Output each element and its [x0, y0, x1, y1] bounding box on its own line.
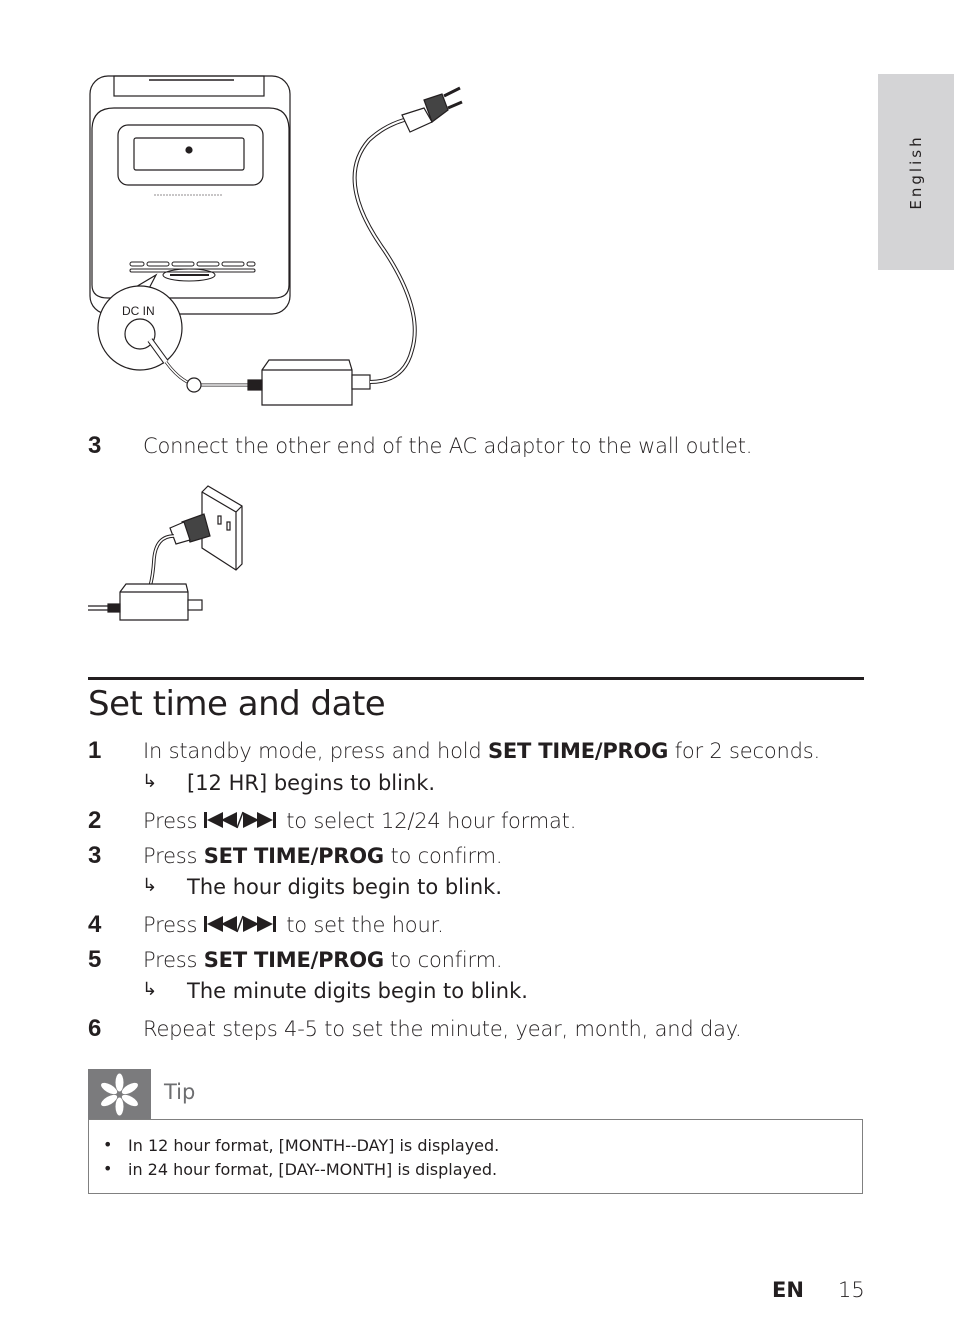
step-text: Press to set the hour. — [143, 913, 444, 937]
tip-label: Tip — [164, 1080, 196, 1104]
page-number: 15 — [838, 1278, 865, 1302]
result-arrow-icon: ↳ — [142, 875, 158, 896]
bullet: • — [103, 1159, 113, 1178]
tip-box: • In 12 hour format, [MONTH--DAY] is dis… — [88, 1119, 863, 1194]
step-text: In standby mode, press and hold SET TIME… — [143, 739, 820, 763]
step-text: Connect the other end of the AC adaptor … — [143, 434, 753, 458]
dc-in-label: DC IN — [122, 304, 155, 318]
language-tab: English — [878, 74, 954, 270]
result-arrow-icon: ↳ — [142, 771, 158, 792]
section-divider — [88, 677, 864, 680]
skip-prev-next-icon — [203, 915, 276, 933]
footer-language-code: EN — [772, 1278, 804, 1302]
tip-icon-box — [88, 1069, 151, 1120]
step-number: 6 — [88, 1015, 102, 1042]
button-name: SET TIME/PROG — [203, 948, 384, 972]
step-number: 2 — [88, 807, 102, 834]
step-number: 3 — [88, 842, 102, 869]
figure-dc-in-connection: DC IN — [84, 70, 474, 410]
step-number: 3 — [88, 432, 102, 459]
step-text: Repeat steps 4-5 to set the minute, year… — [143, 1017, 742, 1041]
button-name: SET TIME/PROG — [203, 844, 384, 868]
step-number: 1 — [88, 737, 102, 764]
figure-wall-outlet — [86, 484, 336, 629]
result-arrow-icon: ↳ — [142, 979, 158, 1000]
skip-prev-next-icon — [203, 811, 276, 829]
step-text: Press SET TIME/PROG to confirm. — [143, 948, 503, 972]
asterisk-icon — [101, 1073, 138, 1116]
button-name: SET TIME/PROG — [487, 739, 669, 763]
result-text: [12 HR] begins to blink. — [187, 771, 436, 795]
step-number: 4 — [88, 911, 102, 938]
result-text: The minute digits begin to blink. — [187, 979, 528, 1003]
step-number: 5 — [88, 946, 102, 973]
result-text: The hour digits begin to blink. — [187, 875, 502, 899]
section-title: Set time and date — [88, 684, 386, 724]
step-text: Press SET TIME/PROG to confirm. — [143, 844, 503, 868]
language-label: English — [907, 134, 925, 210]
bullet: • — [103, 1135, 113, 1154]
step-text: Press to select 12/24 hour format. — [143, 809, 577, 833]
tip-text: in 24 hour format, [DAY--MONTH] is displ… — [128, 1160, 498, 1179]
tip-text: In 12 hour format, [MONTH--DAY] is displ… — [128, 1136, 500, 1155]
